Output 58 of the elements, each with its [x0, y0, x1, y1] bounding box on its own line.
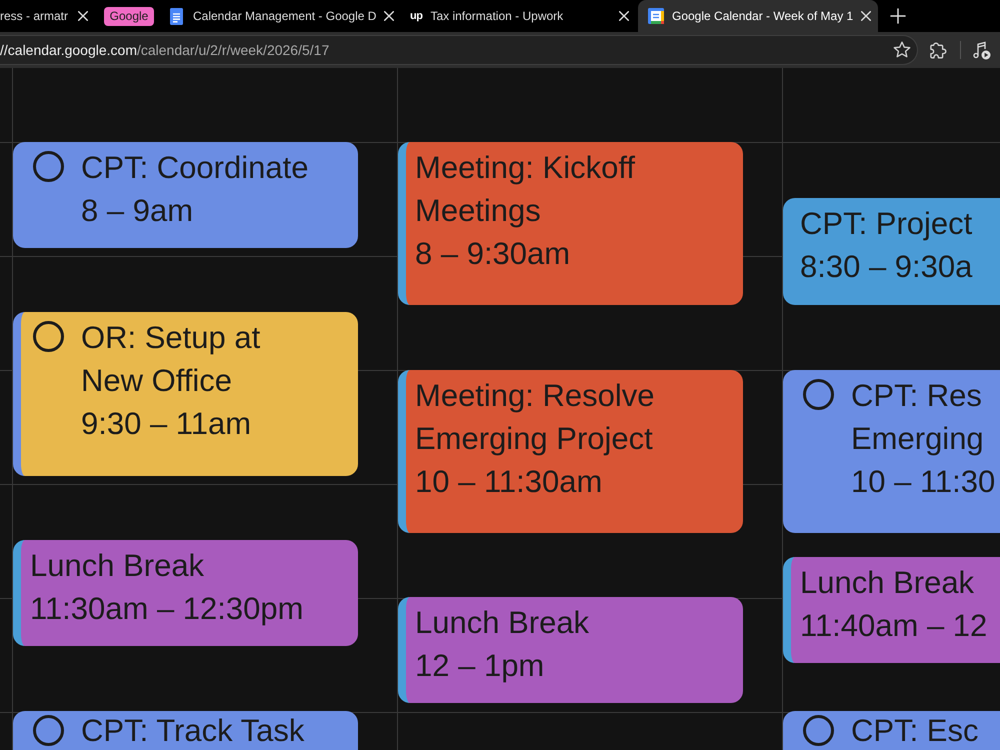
event-title: Meeting: Resolve Emerging Project: [415, 377, 656, 458]
event-card[interactable]: CPT: Esc: [783, 711, 1000, 750]
tab-title: ress - armatr: [0, 8, 70, 25]
music-note-icon[interactable]: [972, 40, 991, 60]
puzzle-icon[interactable]: [930, 42, 947, 58]
event-card[interactable]: CPT: Coordinate 8 – 9am: [13, 142, 358, 248]
event-title: CPT: Coordinate: [81, 149, 308, 187]
browser-tab[interactable]: ress - armatr: [0, 0, 95, 32]
close-icon[interactable]: [78, 11, 88, 21]
event-title: CPT: Track Task: [81, 712, 304, 749]
event-time: 8 – 9am: [81, 192, 194, 230]
event-time: 11:30am – 12:30pm: [30, 590, 304, 628]
event-time: 10 – 11:30am: [415, 463, 604, 501]
event-title: CPT: Project: [800, 205, 972, 243]
browser-tab[interactable]: up Tax information - Upwork: [398, 0, 635, 32]
event-card[interactable]: Lunch Break 12 – 1pm: [398, 597, 743, 703]
ring-icon: [33, 151, 64, 182]
url-text: //calendar.google.com/calendar/u/2/r/week/2026/5/17: [0, 40, 330, 60]
event-time: 9:30 – 11am: [81, 405, 252, 443]
document-icon: [170, 8, 183, 24]
ring-icon: [803, 379, 834, 410]
event-card[interactable]: Lunch Break 11:30am – 12:30pm: [13, 540, 358, 646]
tab-title: Calendar Management - Google D: [193, 8, 376, 25]
event-title: Lunch Break: [415, 604, 590, 642]
tab-group-label[interactable]: Google: [104, 6, 154, 26]
event-title: CPT: Esc: [851, 712, 978, 749]
browser-tab[interactable]: Google Calendar - Week of May 1: [638, 0, 878, 32]
tab-title: Google Calendar - Week of May 1: [672, 8, 854, 25]
event-time: 11:40am – 12: [800, 607, 988, 645]
ring-icon: [33, 321, 64, 352]
event-title: Meeting: Kickoff Meetings: [415, 149, 636, 230]
close-icon[interactable]: [861, 11, 872, 21]
ring-icon: [33, 715, 64, 746]
event-time: 8 – 9:30am: [415, 235, 572, 273]
event-time: 8:30 – 9:30a: [800, 248, 972, 286]
event-title: OR: Setup at New Office: [81, 319, 262, 400]
plus-icon[interactable]: [890, 8, 906, 24]
event-title: Lunch Break: [30, 547, 206, 585]
event-card[interactable]: CPT: Project 8:30 – 9:30a: [783, 198, 1000, 305]
event-time: 10 – 11:30: [851, 463, 996, 501]
star-icon[interactable]: [893, 41, 911, 59]
calendar-icon: [648, 8, 664, 24]
event-card[interactable]: Meeting: Kickoff Meetings 8 – 9:30am: [398, 142, 743, 305]
event-card[interactable]: CPT: Track Task: [13, 711, 358, 750]
ring-icon: [803, 715, 834, 746]
close-icon[interactable]: [384, 11, 394, 21]
event-time: 12 – 1pm: [415, 647, 546, 685]
browser-tab[interactable]: Calendar Management - Google D: [160, 0, 398, 32]
event-title: Lunch Break: [800, 564, 976, 602]
event-title: CPT: Res Emerging: [851, 377, 985, 458]
event-card[interactable]: OR: Setup at New Office 9:30 – 11am: [13, 312, 358, 476]
event-card[interactable]: CPT: Res Emerging 10 – 11:30: [783, 370, 1000, 533]
address-bar[interactable]: //calendar.google.com/calendar/u/2/r/week/2026/5/17: [0, 35, 918, 65]
event-card[interactable]: Lunch Break 11:40am – 12: [783, 557, 1000, 663]
close-icon[interactable]: [619, 11, 629, 21]
tab-title: Tax information - Upwork: [430, 8, 564, 25]
site-logo: up: [410, 10, 422, 22]
event-card[interactable]: Meeting: Resolve Emerging Project 10 – 11:30am: [398, 370, 743, 533]
